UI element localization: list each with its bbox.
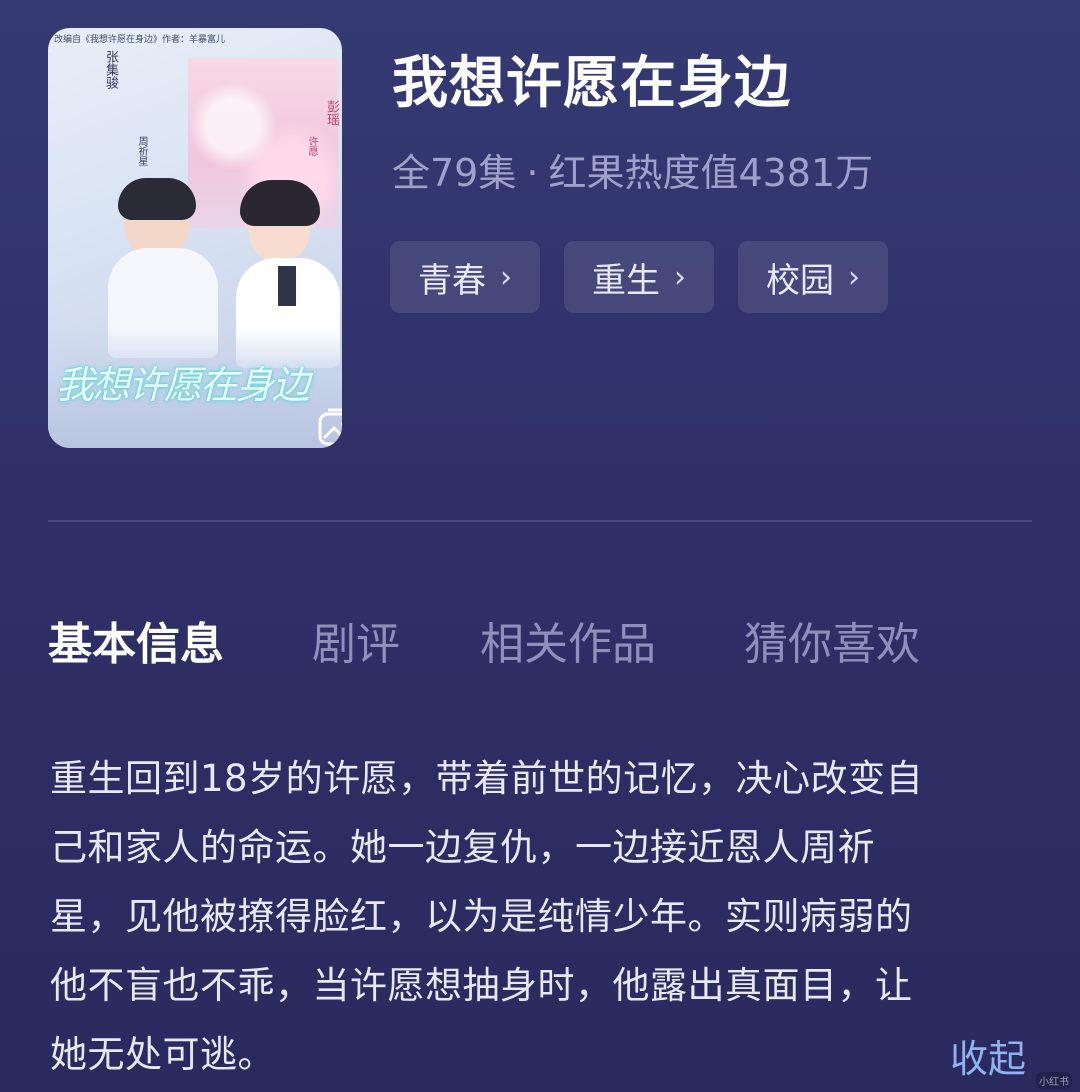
tag-rebirth[interactable]: 重生 › [564, 241, 714, 313]
chevron-right-icon: › [848, 259, 860, 295]
section-divider [48, 520, 1032, 522]
synopsis: 重生回到18岁的许愿，带着前世的记忆，决心改变自 己和家人的命运。她一边复仇，一… [50, 744, 1030, 1089]
synopsis-line: 她无处可逃。 [50, 1033, 275, 1076]
tag-label: 青春 [418, 260, 486, 301]
chevron-right-icon: › [674, 259, 686, 295]
episode-count: 全79集 [392, 151, 517, 195]
drama-meta: 全79集 · 红果热度值4381万 [392, 142, 873, 197]
poster-actor-left: 张集骏 [103, 50, 118, 89]
tag-campus[interactable]: 校园 › [738, 241, 888, 313]
tag-label: 重生 [592, 260, 660, 301]
tab-related-works[interactable]: 相关作品 [480, 608, 656, 672]
synopsis-line: 己和家人的命运。她一边复仇，一边接近恩人周祈 [50, 826, 875, 869]
tag-label: 校园 [766, 260, 834, 301]
tag-youth[interactable]: 青春 › [390, 241, 540, 313]
genre-tags: 青春 › 重生 › 校园 › [390, 241, 888, 313]
poster-actor-right: 彭瑶 [324, 100, 339, 126]
poster-role-right: 许愿 [306, 136, 317, 156]
chevron-right-icon: › [500, 259, 512, 295]
drama-poster[interactable]: 改编自《我想许愿在身边》作者：羊暴富儿 张集骏 周祈星 彭瑶 许愿 我想许愿在身… [48, 28, 342, 448]
watermark: 小红书 [1036, 1072, 1072, 1089]
drama-title: 我想许愿在身边 [392, 51, 791, 116]
collapse-button[interactable]: 收起 [950, 1028, 1026, 1083]
synopsis-line: 重生回到18岁的许愿，带着前世的记忆，决心改变自 [50, 757, 924, 800]
synopsis-line: 他不盲也不乖，当许愿想抽身时，他露出真面目，让 [50, 964, 913, 1007]
poster-caption: 改编自《我想许愿在身边》作者：羊暴富儿 [54, 35, 226, 45]
tab-recommendations[interactable]: 猜你喜欢 [744, 608, 920, 672]
tab-reviews[interactable]: 剧评 [312, 608, 400, 672]
heat-value: 红果热度值4381万 [548, 151, 874, 195]
poster-title-art: 我想许愿在身边 [56, 363, 310, 407]
synopsis-line: 星，见他被撩得脸红，以为是纯情少年。实则病弱的 [50, 895, 913, 938]
gallery-icon[interactable] [318, 406, 342, 446]
tab-basic-info[interactable]: 基本信息 [48, 608, 224, 672]
meta-separator: · [526, 151, 539, 195]
poster-role-left: 周祈星 [136, 136, 147, 166]
